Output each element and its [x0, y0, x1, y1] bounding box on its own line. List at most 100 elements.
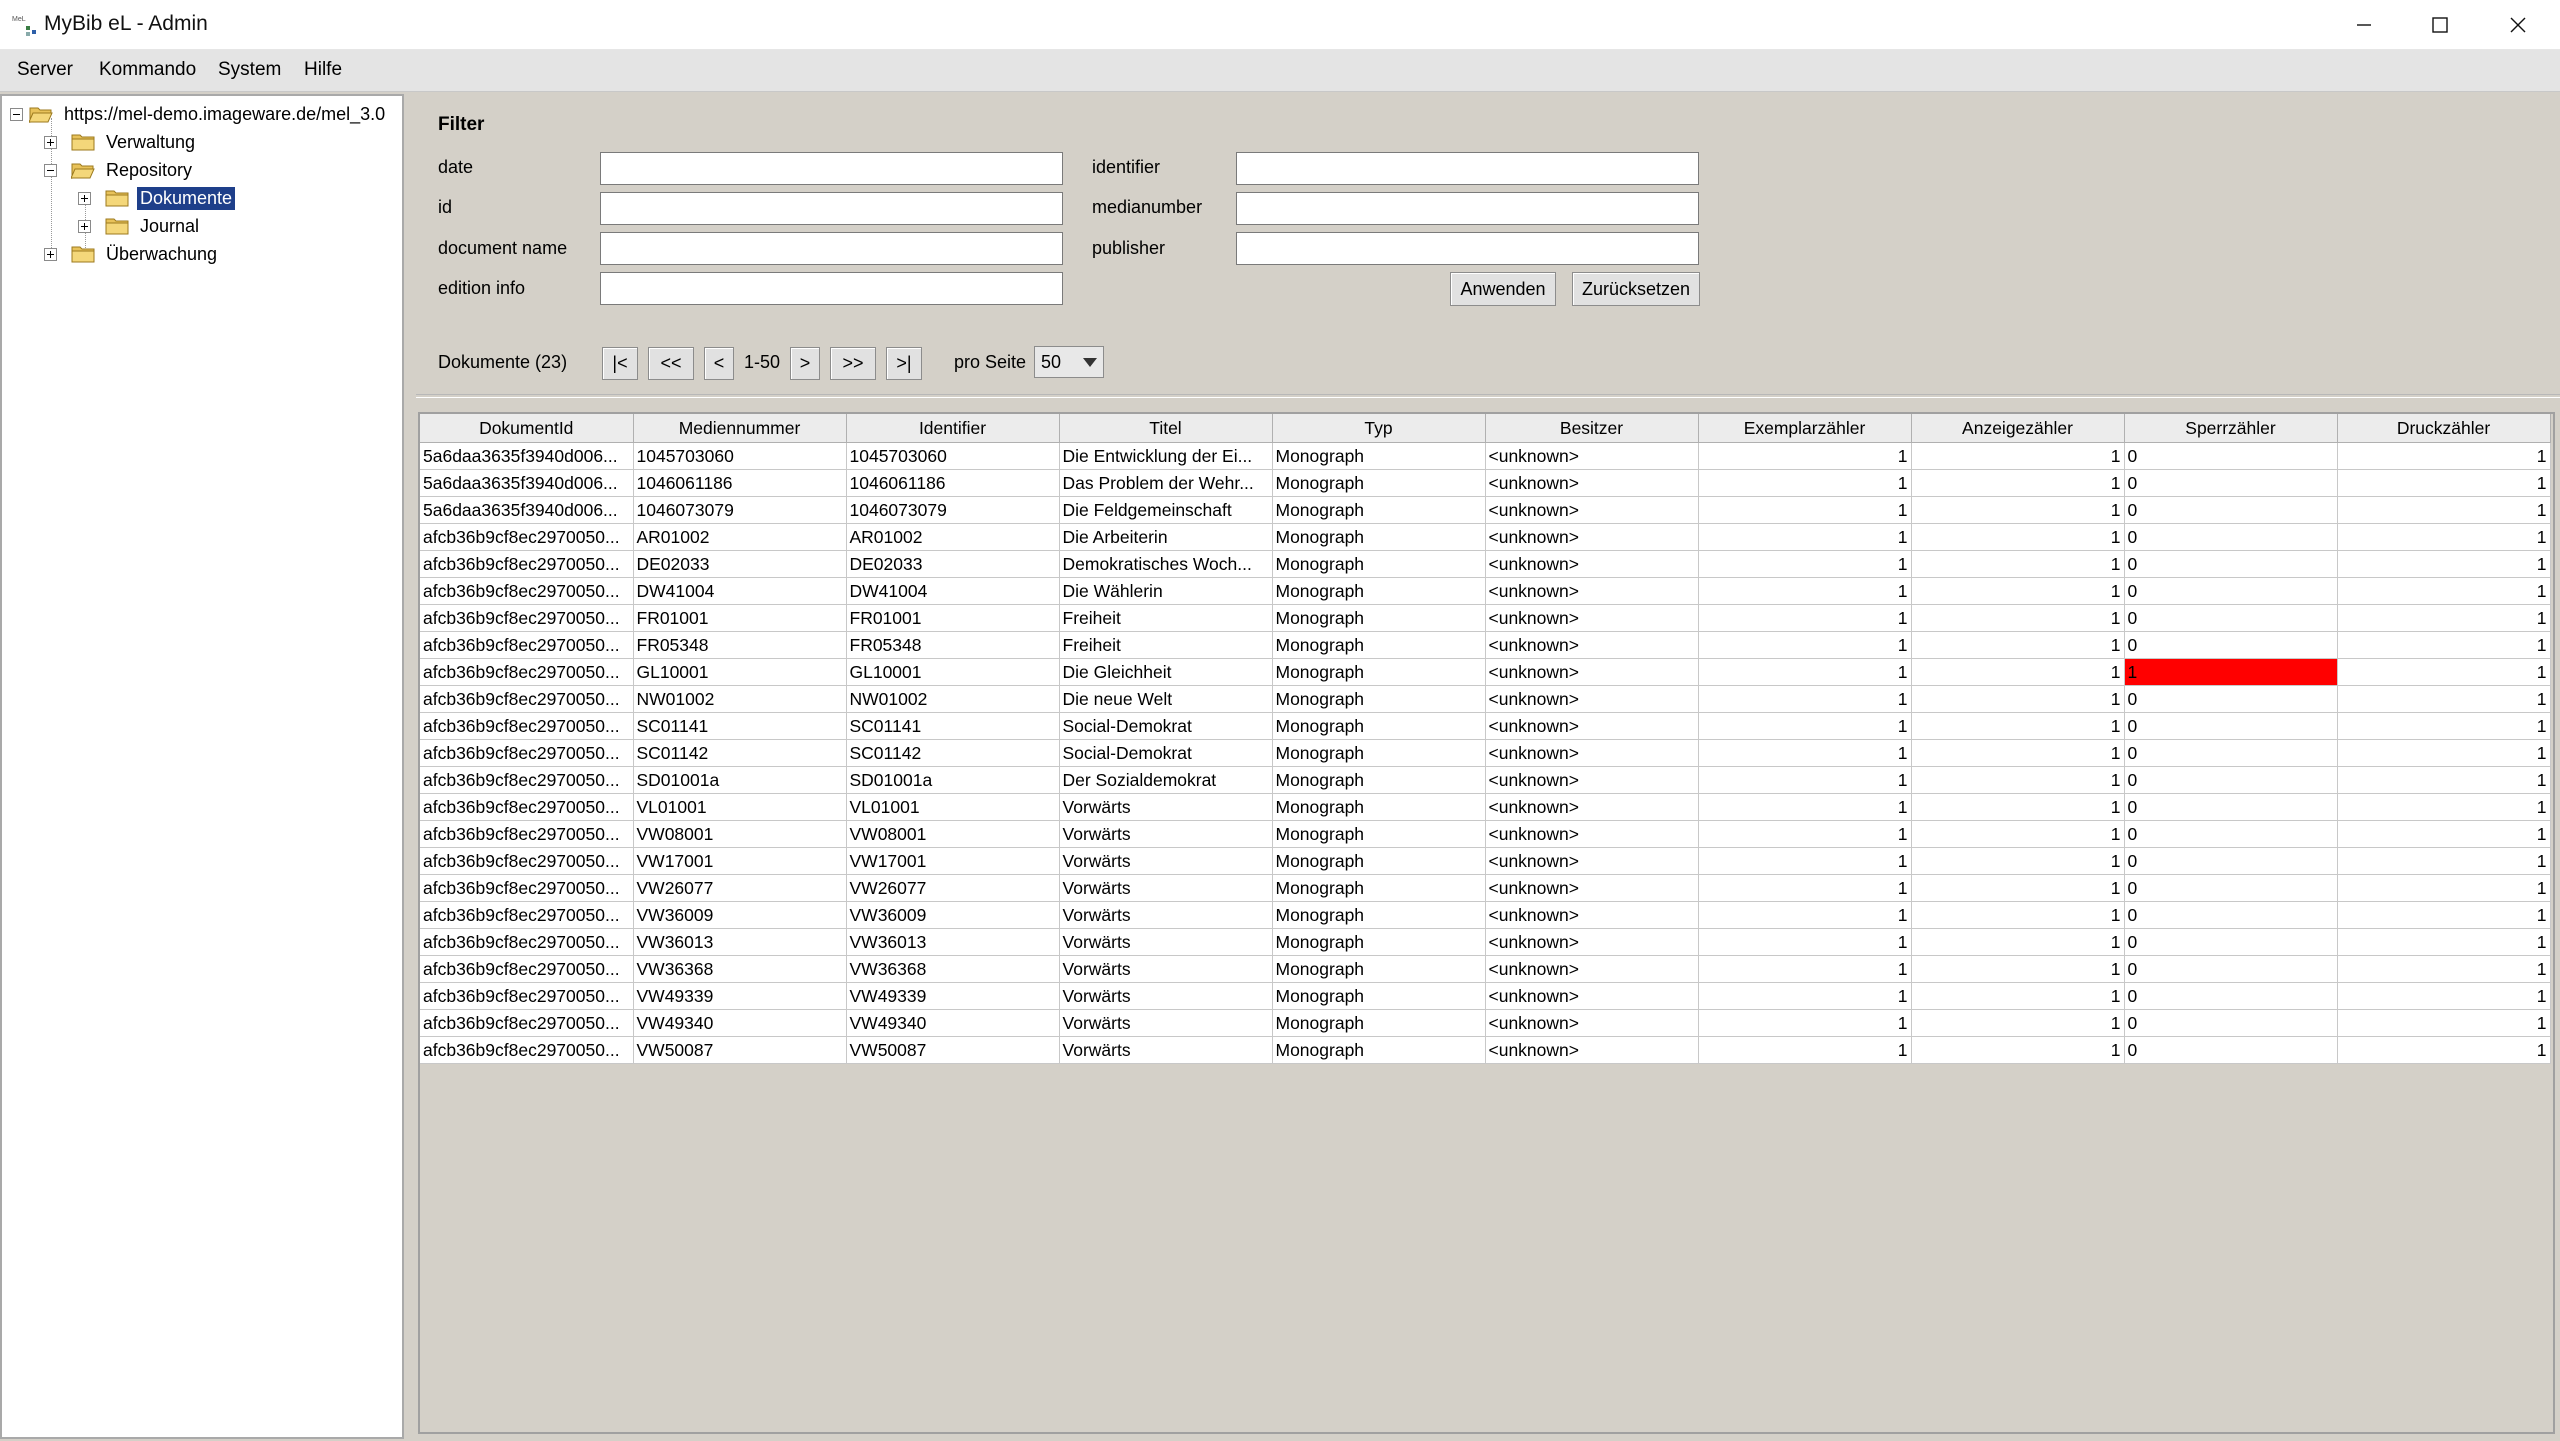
table-cell[interactable]: <unknown>: [1485, 739, 1699, 767]
table-cell[interactable]: 1: [1698, 604, 1912, 632]
table-cell[interactable]: afcb36b9cf8ec2970050...: [420, 820, 634, 848]
table-cell[interactable]: 1046061186: [633, 469, 847, 497]
table-cell[interactable]: Die Gleichheit: [1059, 658, 1273, 686]
table-cell[interactable]: GL10001: [846, 658, 1060, 686]
table-cell[interactable]: Monograph: [1272, 442, 1486, 470]
table-cell[interactable]: Vorwärts: [1059, 901, 1273, 929]
table-cell[interactable]: afcb36b9cf8ec2970050...: [420, 847, 634, 875]
table-cell[interactable]: 1: [1698, 523, 1912, 551]
table-row[interactable]: afcb36b9cf8ec2970050... VW26077 VW26077 Vor…: [420, 874, 2551, 902]
table-cell[interactable]: 1: [2337, 631, 2551, 659]
table-cell[interactable]: DW41004: [846, 577, 1060, 605]
panel-splitter[interactable]: [404, 94, 416, 1439]
table-cell[interactable]: Monograph: [1272, 550, 1486, 578]
table-cell[interactable]: Social-Demokrat: [1059, 712, 1273, 740]
table-cell[interactable]: 1: [1698, 496, 1912, 524]
table-cell[interactable]: 1: [1911, 901, 2125, 929]
table-cell[interactable]: GL10001: [633, 658, 847, 686]
table-row[interactable]: afcb36b9cf8ec2970050... VW36013 VW36013 Vor…: [420, 928, 2551, 956]
table-cell[interactable]: afcb36b9cf8ec2970050...: [420, 712, 634, 740]
table-cell[interactable]: FR01001: [633, 604, 847, 632]
table-cell[interactable]: <unknown>: [1485, 712, 1699, 740]
table-cell[interactable]: afcb36b9cf8ec2970050...: [420, 928, 634, 956]
table-cell[interactable]: VL01001: [846, 793, 1060, 821]
table-cell[interactable]: Vorwärts: [1059, 928, 1273, 956]
table-cell[interactable]: 1: [1698, 712, 1912, 740]
table-cell[interactable]: 1046073079: [846, 496, 1060, 524]
table-row[interactable]: afcb36b9cf8ec2970050... VW17001 VW17001 Vor…: [420, 847, 2551, 875]
minimize-button[interactable]: [2326, 0, 2402, 50]
table-cell[interactable]: afcb36b9cf8ec2970050...: [420, 604, 634, 632]
table-cell[interactable]: 0: [2124, 712, 2338, 740]
table-cell[interactable]: 1: [1911, 1009, 2125, 1037]
table-cell[interactable]: <unknown>: [1485, 1009, 1699, 1037]
table-cell[interactable]: Monograph: [1272, 469, 1486, 497]
table-row[interactable]: afcb36b9cf8ec2970050... VW36368 VW36368 Vor…: [420, 955, 2551, 983]
table-cell[interactable]: 5a6daa3635f3940d006...: [420, 469, 634, 497]
table-cell[interactable]: 1: [1911, 874, 2125, 902]
table-cell[interactable]: 1: [2337, 496, 2551, 524]
table-cell[interactable]: VW08001: [846, 820, 1060, 848]
table-cell[interactable]: 1: [1698, 766, 1912, 794]
table-cell[interactable]: 0: [2124, 766, 2338, 794]
table-cell[interactable]: DW41004: [633, 577, 847, 605]
table-cell[interactable]: 1: [2337, 982, 2551, 1010]
table-cell[interactable]: VW36009: [633, 901, 847, 929]
table-cell[interactable]: afcb36b9cf8ec2970050...: [420, 523, 634, 551]
table-cell[interactable]: AR01002: [633, 523, 847, 551]
table-cell[interactable]: 1: [1911, 928, 2125, 956]
table-cell[interactable]: 1: [1698, 982, 1912, 1010]
table-cell[interactable]: 1: [1911, 1036, 2125, 1064]
table-cell[interactable]: Monograph: [1272, 631, 1486, 659]
table-cell[interactable]: 0: [2124, 496, 2338, 524]
table-row[interactable]: afcb36b9cf8ec2970050... GL10001 GL10001 Die…: [420, 658, 2551, 686]
table-cell[interactable]: <unknown>: [1485, 874, 1699, 902]
menu-kommando[interactable]: Kommando: [99, 59, 196, 81]
table-cell[interactable]: 1045703060: [633, 442, 847, 470]
table-cell[interactable]: Vorwärts: [1059, 1009, 1273, 1037]
apply-button[interactable]: Anwenden: [1450, 272, 1556, 306]
table-cell[interactable]: 1: [1911, 766, 2125, 794]
table-cell[interactable]: 1: [1698, 874, 1912, 902]
table-cell[interactable]: Vorwärts: [1059, 820, 1273, 848]
table-cell[interactable]: 1: [1698, 847, 1912, 875]
table-cell[interactable]: VW26077: [846, 874, 1060, 902]
table-cell[interactable]: afcb36b9cf8ec2970050...: [420, 793, 634, 821]
table-cell[interactable]: 1: [2337, 793, 2551, 821]
table-cell[interactable]: SC01141: [633, 712, 847, 740]
table-cell[interactable]: VW17001: [633, 847, 847, 875]
table-cell[interactable]: Das Problem der Wehr...: [1059, 469, 1273, 497]
table-row[interactable]: afcb36b9cf8ec2970050... NW01002 NW01002 Die…: [420, 685, 2551, 713]
table-cell[interactable]: afcb36b9cf8ec2970050...: [420, 982, 634, 1010]
table-cell[interactable]: afcb36b9cf8ec2970050...: [420, 739, 634, 767]
table-cell[interactable]: VW50087: [846, 1036, 1060, 1064]
table-cell[interactable]: Monograph: [1272, 847, 1486, 875]
table-cell[interactable]: 0: [2124, 955, 2338, 983]
menu-hilfe[interactable]: Hilfe: [304, 59, 342, 81]
table-cell[interactable]: 1: [2337, 442, 2551, 470]
table-cell[interactable]: 0: [2124, 847, 2338, 875]
table-row[interactable]: 5a6daa3635f3940d006... 1046061186 10460611…: [420, 469, 2551, 497]
column-header[interactable]: Druckzähler: [2337, 414, 2551, 443]
table-row[interactable]: afcb36b9cf8ec2970050... SC01141 SC01141 Soc…: [420, 712, 2551, 740]
table-cell[interactable]: VW36013: [633, 928, 847, 956]
medianumber-input[interactable]: [1236, 192, 1699, 225]
table-cell[interactable]: <unknown>: [1485, 604, 1699, 632]
table-cell[interactable]: 1: [1911, 955, 2125, 983]
table-cell[interactable]: 1: [2337, 847, 2551, 875]
table-cell[interactable]: <unknown>: [1485, 1036, 1699, 1064]
table-cell[interactable]: 1: [1911, 658, 2125, 686]
table-cell[interactable]: 1: [2337, 739, 2551, 767]
table-cell[interactable]: DE02033: [633, 550, 847, 578]
table-cell[interactable]: <unknown>: [1485, 982, 1699, 1010]
table-cell[interactable]: Die Arbeiterin: [1059, 523, 1273, 551]
table-cell[interactable]: 1: [1698, 658, 1912, 686]
edition-info-input[interactable]: [600, 272, 1063, 305]
table-cell[interactable]: Monograph: [1272, 766, 1486, 794]
table-cell[interactable]: Social-Demokrat: [1059, 739, 1273, 767]
table-cell[interactable]: afcb36b9cf8ec2970050...: [420, 955, 634, 983]
table-cell[interactable]: 1045703060: [846, 442, 1060, 470]
table-cell[interactable]: Vorwärts: [1059, 847, 1273, 875]
collapse-icon[interactable]: [44, 163, 57, 177]
table-cell[interactable]: 1: [2337, 469, 2551, 497]
